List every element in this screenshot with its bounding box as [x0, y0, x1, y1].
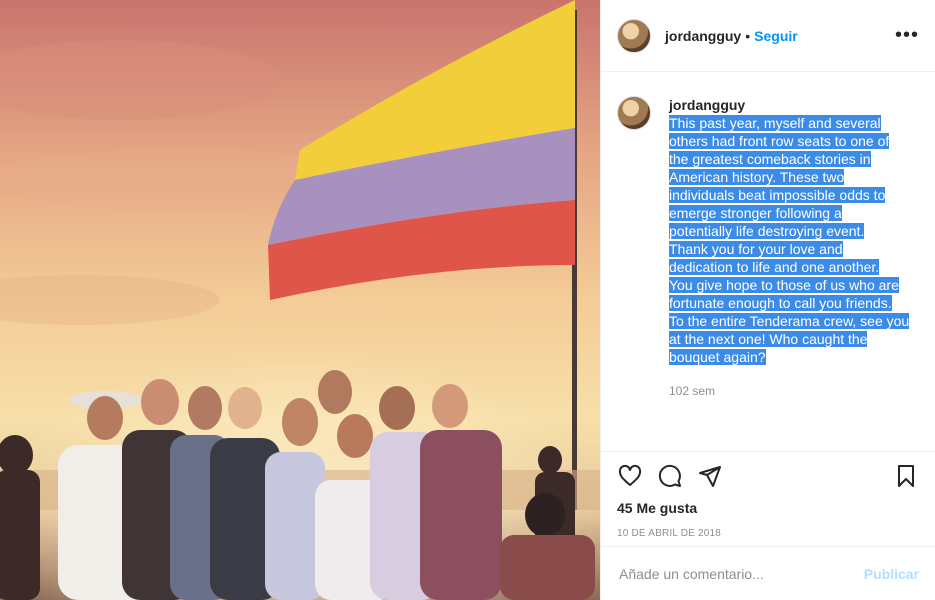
caption-line: others had front row seats to one of	[669, 133, 890, 149]
caption-line: American history. These two	[669, 169, 845, 185]
caption-line: You give hope to those of us who are	[669, 277, 899, 293]
caption-line: dedication to life and one another.	[669, 259, 880, 275]
time-ago[interactable]: 102 sem	[669, 382, 914, 400]
follow-button[interactable]: Seguir	[754, 28, 798, 44]
caption-line: emerge stronger following a	[669, 205, 842, 221]
caption-body: jordangguy This past year, myself and se…	[669, 96, 914, 400]
comment-bar: Publicar	[601, 546, 935, 600]
caption-username[interactable]: jordangguy	[669, 96, 914, 114]
sunset-group-photo	[0, 0, 600, 600]
caption-line: potentially life destroying event.	[669, 223, 865, 239]
caption-line: individuals beat impossible odds to	[669, 187, 886, 203]
more-options-icon[interactable]: •••	[895, 24, 919, 47]
post-modal: jordangguy • Seguir ••• jordangguy This …	[0, 0, 935, 600]
caption-line: This past year, myself and several	[669, 115, 881, 131]
caption-line: at the next one! Who caught the	[669, 331, 868, 347]
caption-line: Thank you for your love and	[669, 241, 843, 257]
caption: jordangguy This past year, myself and se…	[617, 96, 919, 400]
share-icon[interactable]	[697, 463, 723, 489]
caption-line: bouquet again?	[669, 349, 766, 365]
comment-icon[interactable]	[657, 463, 683, 489]
post-details-panel: jordangguy • Seguir ••• jordangguy This …	[600, 0, 935, 600]
bookmark-icon[interactable]	[893, 463, 919, 489]
action-bar: 45 Me gusta 10 DE ABRIL DE 2018	[601, 451, 935, 539]
heart-icon[interactable]	[617, 463, 643, 489]
caption-line: the greatest comeback stories in	[669, 151, 871, 167]
caption-line: To the entire Tenderama crew, see you	[669, 313, 910, 329]
caption-line: fortunate enough to call you friends.	[669, 295, 892, 311]
post-header: jordangguy • Seguir •••	[601, 0, 935, 72]
post-date: 10 DE ABRIL DE 2018	[617, 528, 722, 539]
avatar[interactable]	[617, 18, 651, 53]
post-photo[interactable]	[0, 0, 600, 600]
publish-button[interactable]: Publicar	[864, 566, 919, 582]
caption-avatar[interactable]	[617, 96, 651, 130]
likes-count[interactable]: 45 Me gusta	[617, 500, 919, 516]
username-link[interactable]: jordangguy	[665, 28, 741, 44]
comment-input[interactable]	[617, 564, 864, 583]
separator-dot: •	[745, 27, 751, 44]
